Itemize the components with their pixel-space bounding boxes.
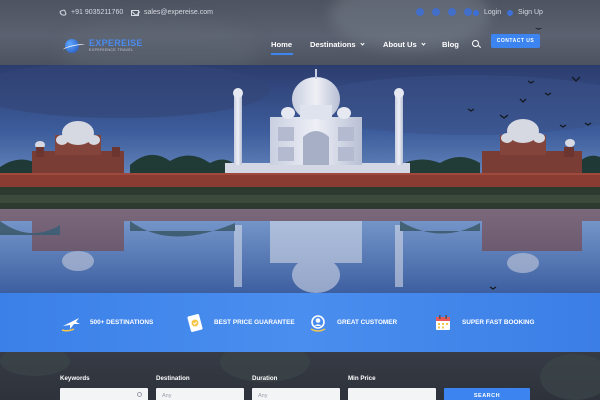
- phone-number: +91 9035211760: [71, 9, 124, 16]
- calendar-icon: [436, 314, 450, 330]
- social-links: [416, 8, 472, 16]
- login-label: Login: [484, 9, 502, 16]
- nav-item-about-us[interactable]: About Us: [383, 40, 426, 49]
- brand-tagline: EXPERIENCE TRAVEL: [89, 48, 134, 53]
- linkedin-icon[interactable]: [464, 8, 472, 16]
- features-bar: 500+ DESTINATIONS BEST PRICE GUARANTEE G…: [0, 293, 600, 352]
- mail-icon: [131, 9, 139, 16]
- phone-icon: [59, 8, 67, 17]
- twitter-icon[interactable]: [432, 8, 440, 16]
- background-foliage: [0, 352, 70, 376]
- feature-label: BEST PRICE GUARANTEE: [214, 319, 295, 326]
- nav-item-home[interactable]: Home: [271, 40, 294, 55]
- user-plus-icon: [507, 9, 513, 16]
- feature-great-customer: GREAT CUSTOMER: [307, 293, 397, 352]
- site-header: +91 9035211760 sales@expereise.com Login…: [0, 0, 600, 65]
- hero-banner-image: [0, 65, 600, 293]
- price-tag-icon: [187, 313, 203, 332]
- chevron-down-icon: [359, 41, 365, 46]
- tour-search-form: Keywords Destination Any Duration Any Mi…: [0, 352, 600, 400]
- customer-icon: [310, 314, 326, 332]
- min-price-label: Min Price: [348, 375, 376, 382]
- search-button[interactable]: SEARCH: [444, 388, 530, 400]
- destination-select[interactable]: Any: [156, 388, 244, 400]
- feature-label: SUPER FAST BOOKING: [462, 319, 535, 326]
- nav-label: Home: [271, 40, 293, 49]
- login-link[interactable]: Login: [473, 9, 501, 16]
- nav-label: Blog: [442, 40, 459, 49]
- duration-select[interactable]: Any: [252, 388, 340, 400]
- nav-label: Destinations: [310, 40, 356, 49]
- facebook-icon[interactable]: [416, 8, 424, 16]
- chevron-down-icon: [421, 41, 426, 46]
- taj-mahal-illustration: [0, 65, 600, 293]
- min-price-input[interactable]: [348, 388, 436, 400]
- instagram-icon[interactable]: [448, 8, 456, 16]
- plane-icon: [61, 317, 80, 332]
- phone-contact[interactable]: +91 9035211760: [59, 8, 124, 17]
- user-icon: [473, 9, 479, 16]
- feature-label: 500+ DESTINATIONS: [90, 319, 154, 326]
- signup-label: Sign Up: [518, 9, 543, 16]
- nav-item-destinations[interactable]: Destinations: [310, 40, 365, 49]
- search-icon: [137, 392, 142, 397]
- feature-destinations: 500+ DESTINATIONS: [60, 293, 153, 352]
- duration-selected-value: Any: [258, 393, 268, 399]
- globe-logo-icon: [62, 38, 86, 54]
- nav-item-blog[interactable]: Blog: [442, 40, 459, 49]
- destination-label: Destination: [156, 375, 190, 382]
- email-address: sales@expereise.com: [144, 9, 213, 16]
- site-logo[interactable]: EXPEREISE EXPERIENCE TRAVEL: [62, 38, 143, 54]
- feature-best-price: BEST PRICE GUARANTEE: [184, 293, 295, 352]
- feature-fast-booking: SUPER FAST BOOKING: [432, 293, 534, 352]
- signup-link[interactable]: Sign Up: [507, 9, 543, 16]
- duration-label: Duration: [252, 375, 278, 382]
- bird-decoration: [536, 28, 542, 31]
- contact-us-button[interactable]: CONTACT US: [491, 34, 540, 48]
- brand-name: EXPEREISE: [89, 38, 143, 49]
- background-foliage: [540, 354, 600, 400]
- keywords-input[interactable]: [60, 388, 148, 400]
- email-contact[interactable]: sales@expereise.com: [131, 9, 213, 16]
- feature-label: GREAT CUSTOMER: [337, 319, 398, 326]
- search-icon[interactable]: [472, 40, 479, 47]
- nav-label: About Us: [383, 40, 417, 49]
- destination-selected-value: Any: [162, 393, 172, 399]
- keywords-label: Keywords: [60, 375, 90, 382]
- top-bar: +91 9035211760 sales@expereise.com Login…: [0, 6, 600, 22]
